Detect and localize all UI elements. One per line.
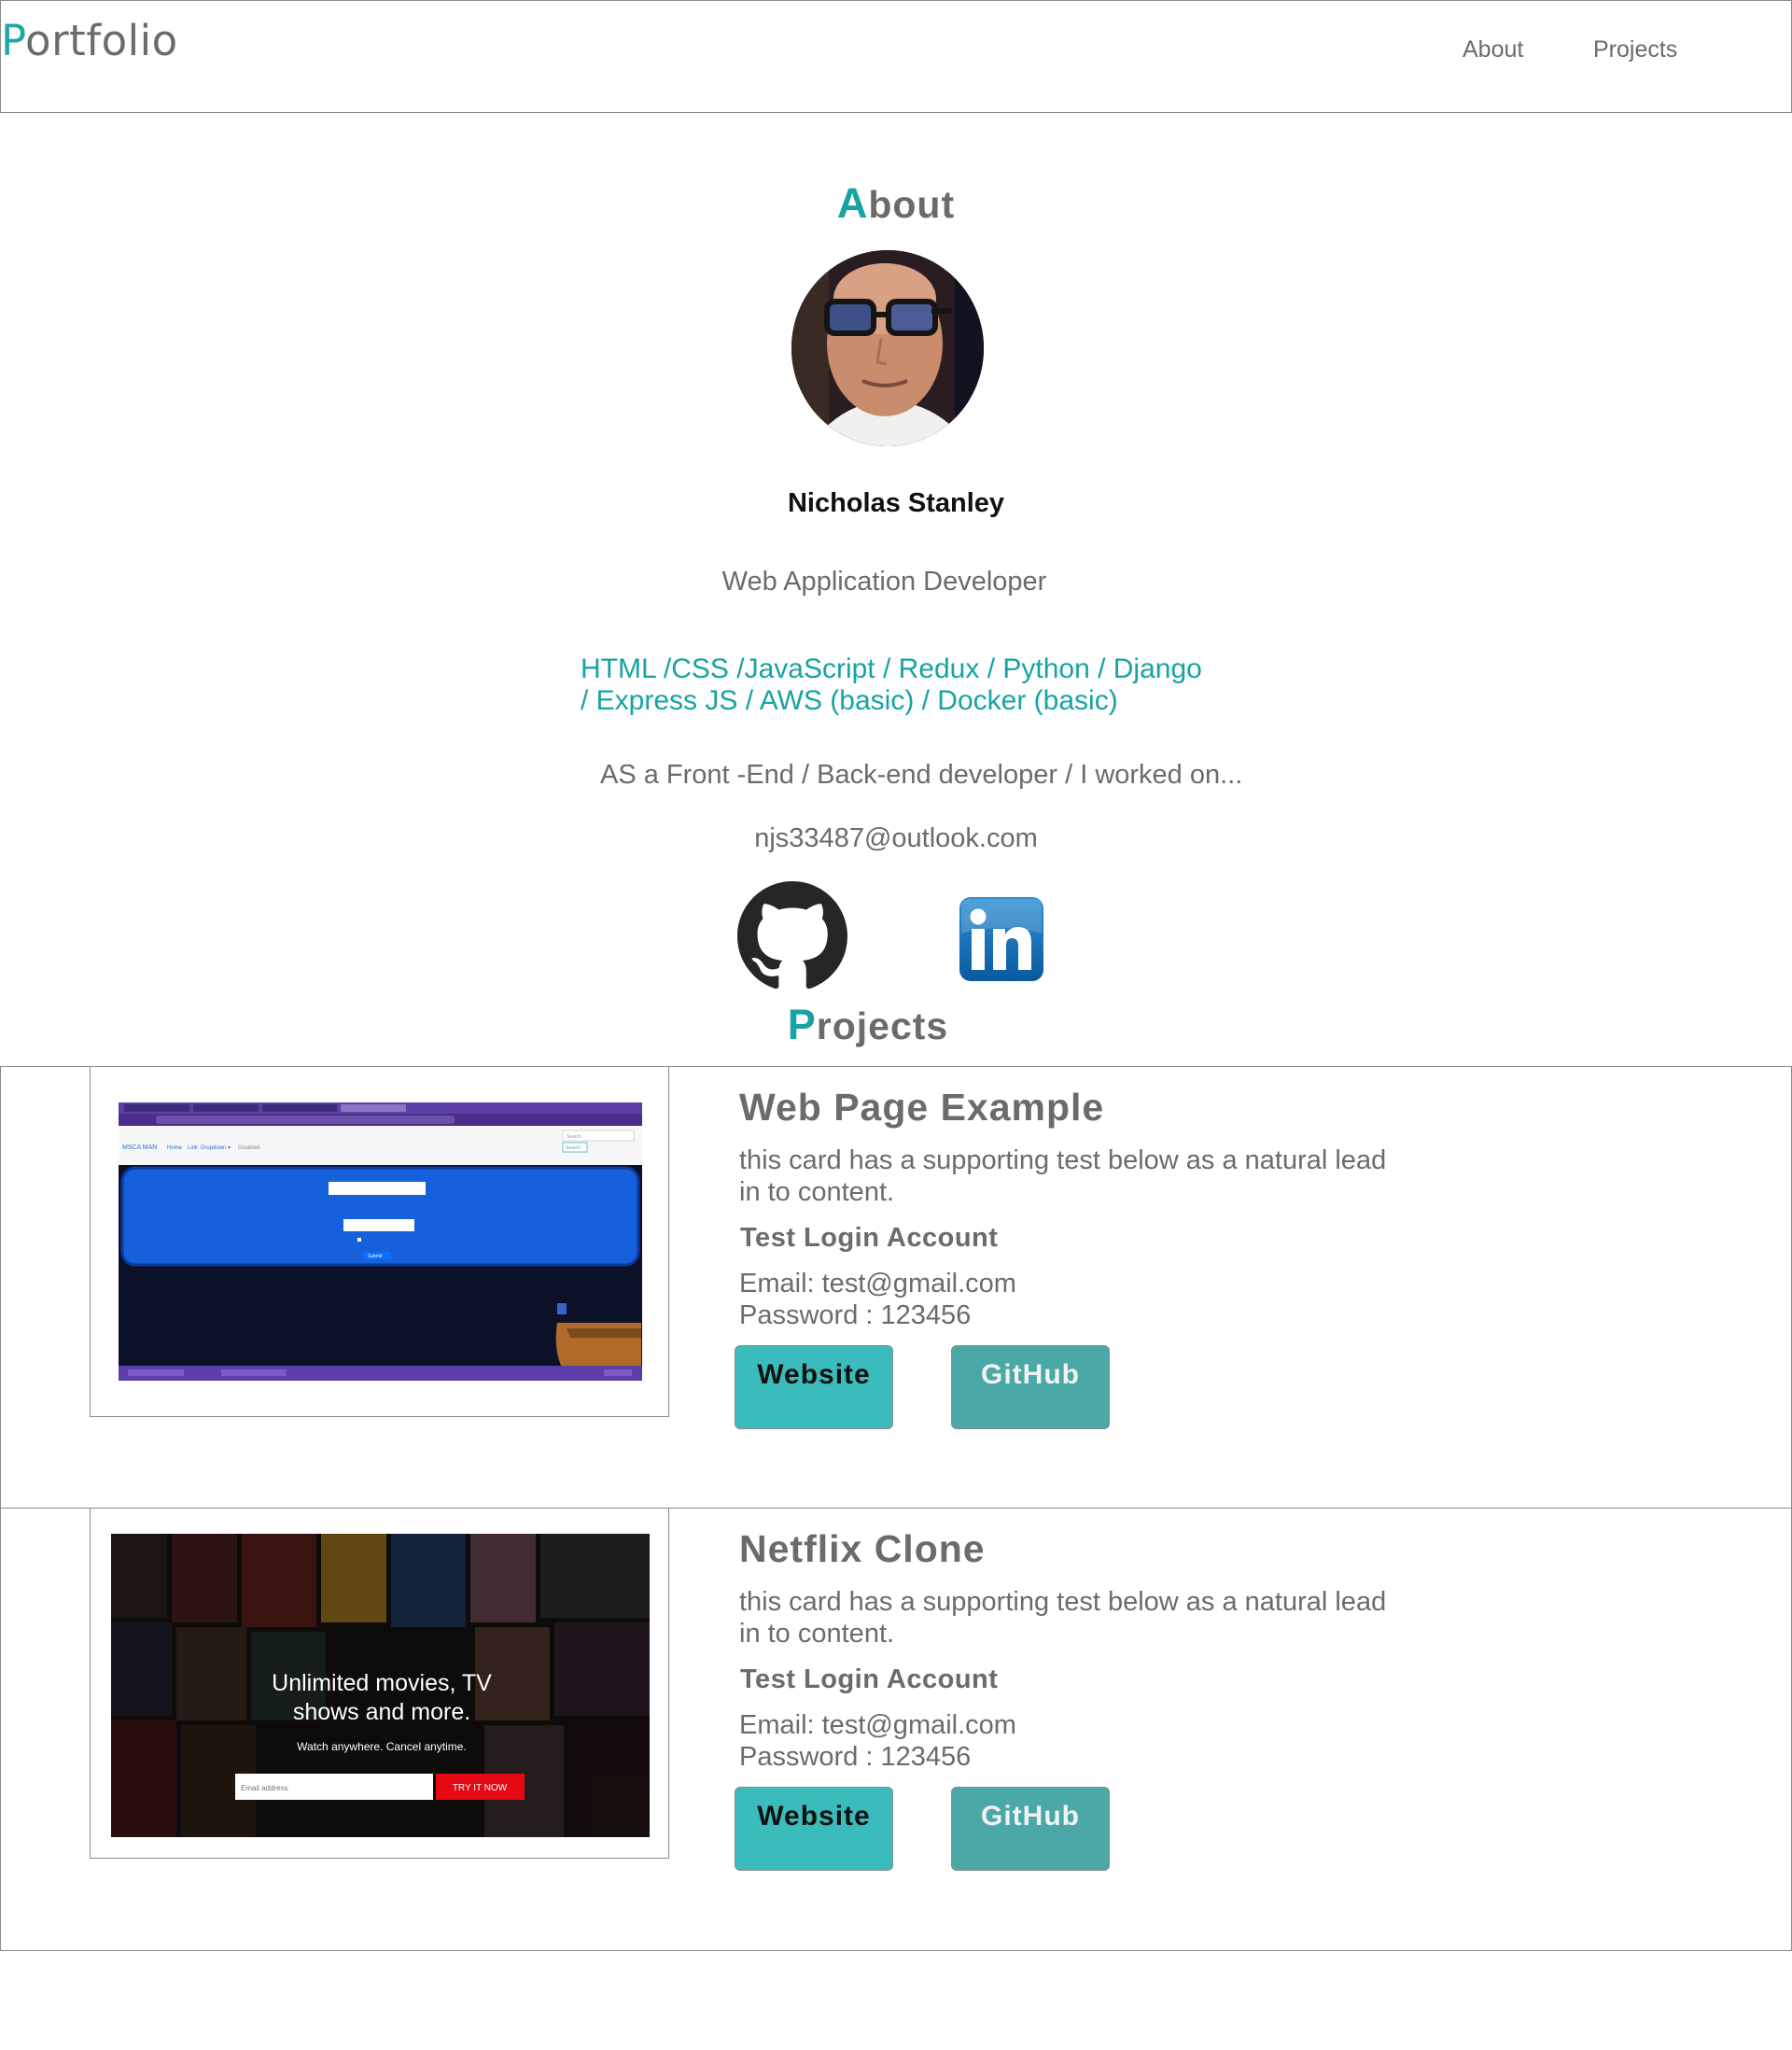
thumb-headline: Unlimited movies, TV: [272, 1670, 492, 1696]
test-password: Password : 123456: [739, 1300, 972, 1330]
project-description: this card has a supporting test below as…: [739, 1587, 1387, 1649]
thumb-nav-link: Disabled: [238, 1145, 259, 1151]
test-credentials: Email: test@gmail.com Password : 123456: [739, 1268, 1016, 1331]
website-button[interactable]: Website: [735, 1345, 893, 1429]
thumb-search-input: Search: [567, 1134, 581, 1140]
linkedin-icon[interactable]: [959, 896, 1044, 982]
logo-link[interactable]: Portfolio: [1, 16, 178, 65]
github-button[interactable]: GitHub: [951, 1345, 1110, 1429]
test-email: Email: test@gmail.com: [739, 1710, 1016, 1740]
github-button[interactable]: GitHub: [951, 1787, 1110, 1871]
thumb-nav-link: Dropdown ▾: [201, 1145, 231, 1151]
thumb-submit-button: Submit: [368, 1254, 383, 1259]
skills-list: HTML /CSS /JavaScript / Redux / Python /…: [581, 653, 1253, 717]
project-title: Netflix Clone: [739, 1527, 986, 1570]
thumb-cta-button: TRY IT NOW: [453, 1783, 508, 1793]
test-login-heading: Test Login Account: [740, 1664, 999, 1694]
thumb-tagline: Watch anywhere. Cancel anytime.: [297, 1740, 467, 1753]
project-screenshot: MSCA MAN Home Link Dropdown ▾ Disabled S…: [119, 1102, 642, 1381]
project-title: Web Page Example: [739, 1086, 1105, 1129]
projects-heading: Projects: [787, 1001, 949, 1048]
nav-about-link[interactable]: About: [1463, 36, 1523, 63]
skills-line: HTML /CSS /JavaScript / Redux / Python /…: [581, 653, 1202, 684]
profile-blurb: AS a Front -End / Back-end developer / I…: [600, 760, 1243, 790]
skills-line: / Express JS / AWS (basic) / Docker (bas…: [581, 685, 1118, 716]
about-heading: About: [836, 179, 956, 227]
test-email: Email: test@gmail.com: [739, 1269, 1016, 1299]
nav-projects-link[interactable]: Projects: [1593, 36, 1677, 63]
profile-email: njs33487@outlook.com: [754, 823, 1038, 853]
github-icon[interactable]: [737, 881, 847, 991]
project-card: MSCA MAN Home Link Dropdown ▾ Disabled S…: [0, 1066, 1792, 1509]
website-button[interactable]: Website: [735, 1787, 893, 1871]
project-screenshot: Unlimited movies, TV shows and more. Wat…: [111, 1534, 650, 1837]
thumb-email-input: Email address: [241, 1784, 288, 1792]
project-description: this card has a supporting test below as…: [739, 1145, 1387, 1207]
site-header: Portfolio About Projects: [0, 0, 1792, 113]
project-thumbnail-frame: Unlimited movies, TV shows and more. Wat…: [90, 1508, 669, 1859]
thumb-nav-link: Home: [167, 1145, 183, 1151]
thumb-nav-link: Link: [188, 1145, 199, 1151]
profile-role: Web Application Developer: [721, 567, 1047, 597]
project-thumbnail-frame: MSCA MAN Home Link Dropdown ▾ Disabled S…: [90, 1066, 669, 1417]
avatar: [791, 250, 984, 446]
test-credentials: Email: test@gmail.com Password : 123456: [739, 1709, 1016, 1773]
thumb-headline: shows and more.: [293, 1699, 470, 1725]
profile-name: Nicholas Stanley: [787, 488, 1005, 518]
thumb-site-name: MSCA MAN: [122, 1144, 157, 1151]
project-card: Unlimited movies, TV shows and more. Wat…: [0, 1508, 1792, 1951]
test-login-heading: Test Login Account: [740, 1223, 999, 1253]
thumb-search-button: Search: [566, 1145, 581, 1151]
test-password: Password : 123456: [739, 1742, 972, 1772]
